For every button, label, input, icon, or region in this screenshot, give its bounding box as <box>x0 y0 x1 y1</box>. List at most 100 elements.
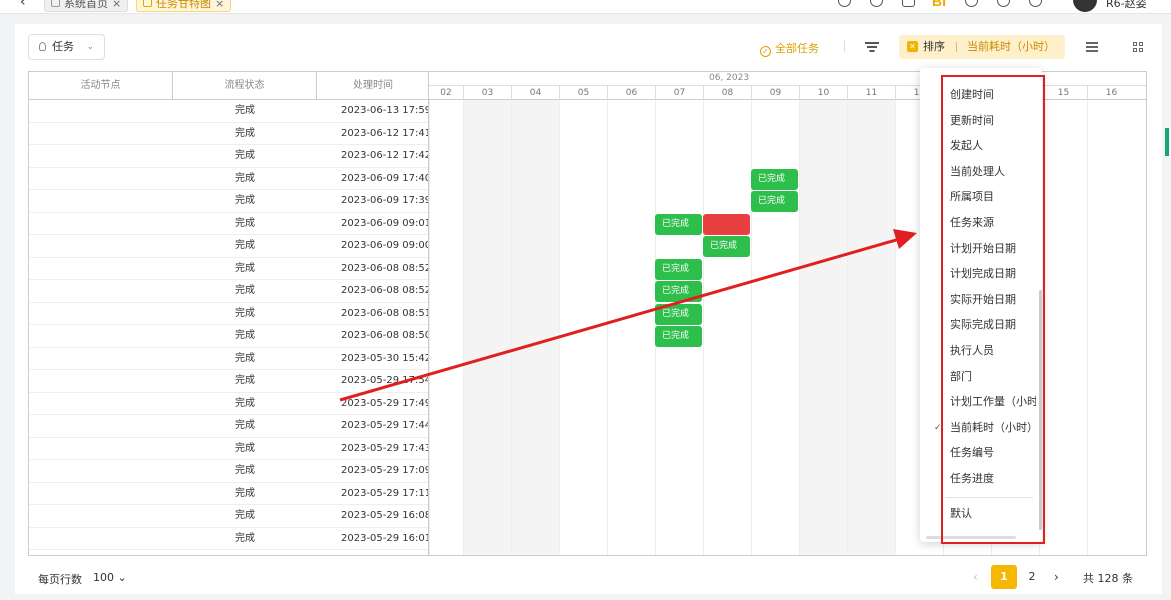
table-row[interactable]: 完成 2023-05-29 16:08:3 <box>29 505 428 528</box>
all-tasks-filter[interactable]: ✓ 全部任务 <box>760 40 819 57</box>
status-cell: 完成 <box>235 510 255 521</box>
avatar[interactable] <box>1073 0 1097 12</box>
help-icon[interactable] <box>1029 0 1042 7</box>
back-arrow-icon[interactable]: ‹ <box>20 0 26 10</box>
time-cell: 2023-05-29 17:44:0 <box>341 420 428 431</box>
table-row[interactable]: 完成 2023-06-13 17:59:3 <box>29 100 428 123</box>
gantt-day-label: 04 <box>511 86 559 100</box>
time-cell: 2023-06-09 09:00: <box>341 240 429 251</box>
gantt-day-column <box>607 100 655 555</box>
page-button-1[interactable]: 1 <box>991 565 1017 589</box>
table-row[interactable]: 完成 2023-05-30 15:42:2 <box>29 348 428 370</box>
gantt-bar-completed[interactable]: 已完成 <box>655 213 702 235</box>
col-process-time[interactable]: 处理时间 <box>317 72 428 100</box>
status-cell: 完成 <box>235 442 255 454</box>
gantt-bar-completed[interactable]: 已完成 <box>751 168 798 190</box>
rows-per-page-label: 每页行数 <box>38 573 82 586</box>
gantt-day-column <box>559 100 607 555</box>
time-cell: 2023-06-08 08:50:4 <box>341 330 428 341</box>
table-row[interactable]: 完成 2023-05-29 17:49:2 <box>29 393 428 415</box>
gantt-day-column <box>429 100 463 555</box>
table-row[interactable]: 完成 2023-06-12 17:42:0 <box>29 145 428 168</box>
filter-icon[interactable] <box>865 41 879 53</box>
status-cell: 完成 <box>235 150 255 161</box>
gantt-day-column <box>703 100 751 555</box>
col-process-status[interactable]: 流程状态 <box>173 72 317 100</box>
task-type-select[interactable]: 任务 ⌄ <box>28 34 105 60</box>
gantt-bar-completed[interactable]: 已完成 <box>655 281 702 302</box>
table-row[interactable]: 完成 2023-06-08 08:50:4 <box>29 325 428 348</box>
toolbar-divider <box>844 40 845 52</box>
status-cell: 完成 <box>235 352 255 364</box>
table-row[interactable]: 完成 2023-06-09 09:00: <box>29 235 429 258</box>
gantt-day-column <box>1039 100 1087 555</box>
table-row[interactable]: 完成 2023-05-29 17:54: <box>29 370 429 393</box>
table-row[interactable]: 完成 2023-06-09 09:01:3 <box>29 213 428 235</box>
tab-task-gantt[interactable]: 任务甘特图 × <box>136 0 232 12</box>
table-row[interactable]: 完成 2023-06-09 17:39: <box>29 190 429 213</box>
status-cell: 完成 <box>235 285 255 296</box>
gantt-day-label: 07 <box>655 86 703 100</box>
time-cell: 2023-05-29 17:54: <box>341 375 429 386</box>
gantt-bar-completed[interactable]: 已完成 <box>655 303 702 325</box>
user-name[interactable]: R6-赵姿 <box>1106 0 1147 11</box>
time-cell: 2023-06-09 17:39: <box>341 195 429 206</box>
table-row[interactable]: 完成 2023-05-29 17:43: <box>29 438 428 460</box>
headset-icon[interactable] <box>870 0 883 7</box>
gantt-month-label: 06, 2023 <box>709 73 750 83</box>
sort-clear-icon[interactable]: ✕ <box>907 41 918 52</box>
status-cell: 完成 <box>235 105 255 116</box>
status-cell: 完成 <box>235 127 255 139</box>
time-cell: 2023-05-29 17:11:3 <box>341 487 428 499</box>
gantt-bar-overdue[interactable] <box>703 213 750 235</box>
status-cell: 完成 <box>235 240 255 251</box>
table-row[interactable]: 完成 2023-06-08 08:52:5 <box>29 258 428 280</box>
gantt-bar-completed[interactable]: 已完成 <box>655 258 702 280</box>
table-row[interactable]: 完成 2023-05-29 16:01:2 <box>29 528 428 550</box>
prev-page-icon[interactable]: ‹ <box>973 570 978 584</box>
time-cell: 2023-06-09 17:40:2 <box>341 172 428 184</box>
table-row[interactable]: 完成 2023-05-29 17:09:4 <box>29 460 428 483</box>
tab-system-home[interactable]: 系统首页 × <box>44 0 129 12</box>
gantt-bar-completed[interactable]: 已完成 <box>655 326 702 347</box>
status-cell: 完成 <box>235 307 255 319</box>
tab-close-icon[interactable]: × <box>112 0 121 10</box>
time-cell: 2023-05-29 17:09:4 <box>341 465 428 476</box>
palette-icon[interactable] <box>997 0 1010 7</box>
gantt-bar-completed[interactable]: 已完成 <box>703 236 750 257</box>
gantt-day-label: 15 <box>1039 86 1087 100</box>
globe-icon[interactable] <box>965 0 978 7</box>
sort-button[interactable]: ✕ 排序 当前耗时（小时） <box>899 35 1065 59</box>
gantt-day-label: 11 <box>847 86 895 100</box>
time-cell: 2023-05-30 15:42:2 <box>341 352 428 364</box>
time-cell: 2023-06-08 08:51: <box>341 307 429 319</box>
table-row[interactable]: 完成 2023-06-08 08:52: <box>29 280 428 303</box>
status-cell: 完成 <box>235 487 255 499</box>
table-row[interactable]: 完成 2023-05-29 17:44:0 <box>29 415 428 438</box>
table-row[interactable]: 完成 2023-06-09 17:40:2 <box>29 168 428 190</box>
table-row[interactable]: 完成 2023-06-08 08:51: <box>29 303 429 325</box>
table-row[interactable]: 完成 2023-05-29 17:11:3 <box>29 483 428 505</box>
table-row[interactable]: 完成 2023-06-12 17:41:3 <box>29 123 428 145</box>
bulb-icon <box>39 42 46 51</box>
gantt-tab-icon <box>143 0 152 7</box>
status-cell: 完成 <box>235 397 255 409</box>
sort-divider <box>956 42 957 52</box>
tab-label: 任务甘特图 <box>156 0 211 10</box>
col-activity-node[interactable]: 活动节点 <box>29 72 173 100</box>
message-icon[interactable] <box>838 0 851 7</box>
gantt-bar-completed[interactable]: 已完成 <box>751 191 798 212</box>
tab-close-icon[interactable]: × <box>215 0 224 10</box>
time-cell: 2023-06-09 09:01:3 <box>341 217 428 229</box>
rows-per-page-select[interactable]: 100 ⌄ <box>93 571 127 584</box>
gantt-day-label: 06 <box>607 86 655 100</box>
bag-icon[interactable] <box>902 0 915 7</box>
sort-current-field: 当前耗时（小时） <box>967 40 1055 53</box>
bi-link[interactable]: BI <box>932 0 946 9</box>
task-table: 活动节点 流程状态 处理时间 完成 2023-06-13 17:59:3 完成 202… <box>29 72 429 555</box>
gantt-day-column <box>1087 100 1135 555</box>
grid-settings-icon[interactable] <box>1133 42 1143 52</box>
list-view-icon[interactable] <box>1086 41 1098 52</box>
next-page-icon[interactable]: › <box>1054 570 1059 584</box>
page-button-2[interactable]: 2 <box>1019 565 1045 589</box>
